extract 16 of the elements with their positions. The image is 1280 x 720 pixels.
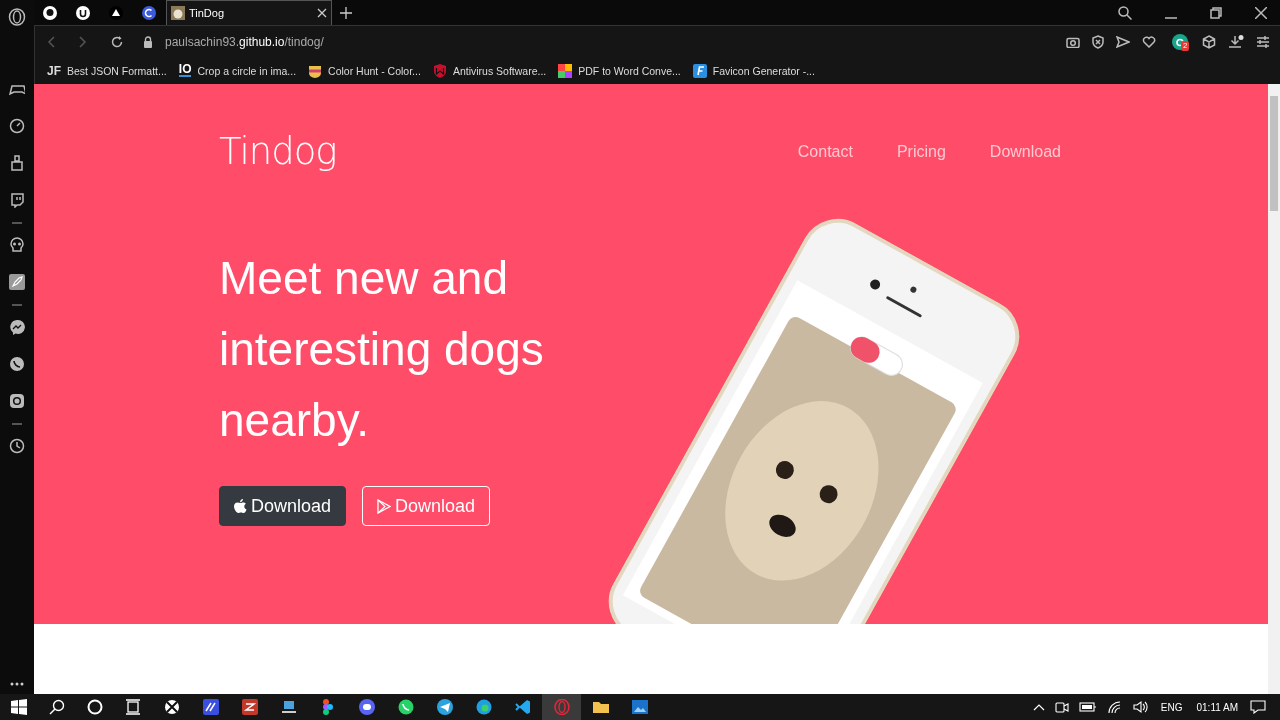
- hero-heading: Meet new and interesting dogs nearby.: [219, 251, 545, 448]
- address-field[interactable]: paulsachin93.github.io/tindog/: [165, 34, 324, 49]
- bookmark[interactable]: Color Hunt - Color...: [308, 63, 421, 78]
- download-button[interactable]: Download: [219, 486, 347, 526]
- notification-badge: 2: [1181, 40, 1190, 51]
- language-indicator[interactable]: ENG: [1160, 701, 1183, 713]
- bookmark[interactable]: JF Best JSON Formatt...: [47, 63, 167, 78]
- tab-title: TinDog: [189, 7, 226, 19]
- bookmark[interactable]: Antivirus Software...: [432, 63, 547, 78]
- bookmark[interactable]: IO Crop a circle in ima...: [178, 64, 297, 77]
- bookmark-favicon: JF: [47, 63, 61, 78]
- browser-tab[interactable]: TinDog: [166, 0, 332, 25]
- bookmark-favicon: IO: [178, 64, 192, 77]
- bookmark[interactable]: Favicon Generator -...: [692, 63, 815, 78]
- bookmark[interactable]: PDF to Word Conve...: [558, 63, 681, 78]
- clock[interactable]: 01:11 AM: [1196, 701, 1238, 713]
